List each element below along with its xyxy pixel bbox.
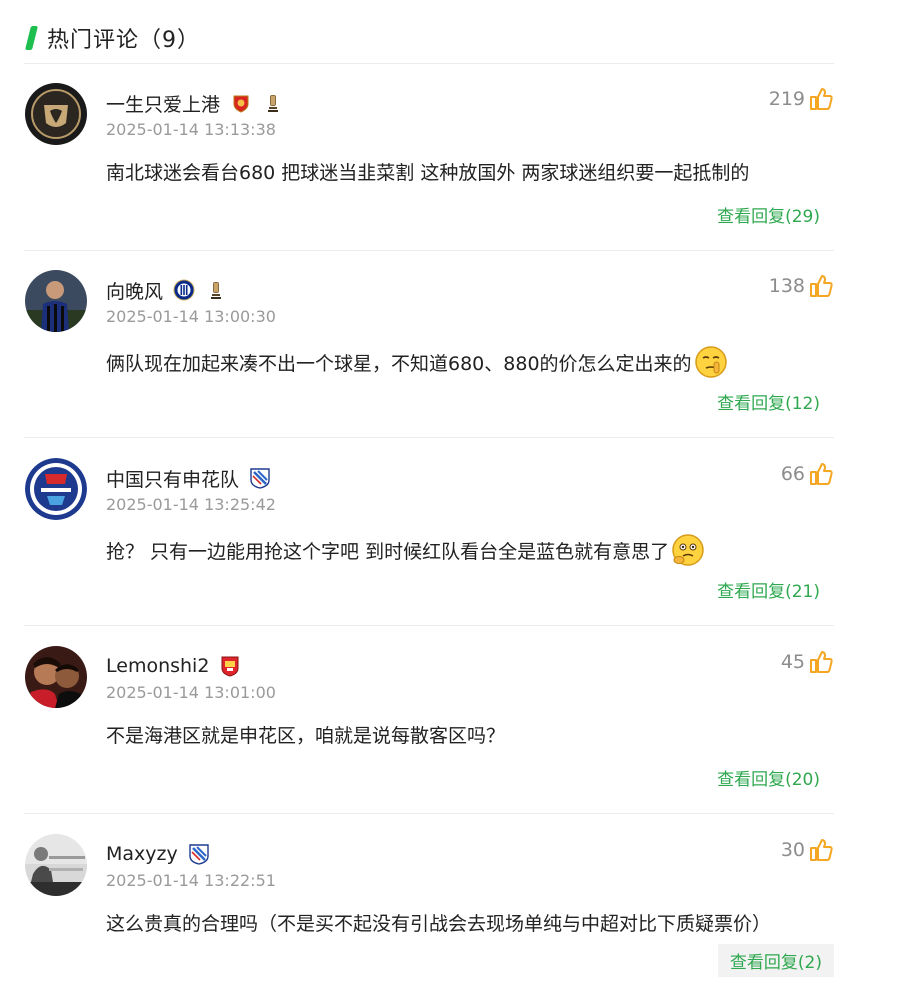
comment-item: 向晚风 2025-01-14 13:00:30 138 俩队现在加起来凑不出一个… — [24, 251, 834, 438]
comment-time: 2025-01-14 13:13:38 — [106, 120, 276, 139]
like-count: 219 — [768, 88, 805, 110]
inter-badge-icon — [173, 279, 195, 301]
avatar[interactable] — [25, 646, 87, 708]
shenhua-badge-icon — [188, 843, 210, 865]
comment-divider — [24, 813, 834, 814]
like-button[interactable]: 138 — [769, 273, 834, 299]
avatar[interactable] — [25, 458, 87, 520]
username[interactable]: 向晚风 — [106, 277, 163, 304]
comment-time: 2025-01-14 13:01:00 — [106, 683, 276, 702]
thumbs-up-icon — [810, 88, 833, 110]
comment-content: 不是海港区就是申花区，咱就是说每散客区吗？ — [106, 725, 506, 747]
shanghai-port-badge-icon — [230, 92, 252, 114]
comment-time: 2025-01-14 13:22:51 — [106, 871, 276, 890]
view-replies-button[interactable]: 查看回复(20) — [717, 761, 820, 794]
like-count: 45 — [780, 651, 805, 673]
section-header: 热门评论（9） — [24, 22, 200, 54]
username[interactable]: 中国只有申花队 — [106, 465, 239, 492]
view-replies-button[interactable]: 查看回复(21) — [717, 573, 820, 606]
shush-face-emoji — [694, 346, 727, 378]
trophy-icon — [205, 279, 227, 301]
comment-content: 抢？ 只有一边能用抢这个字吧 到时候红队看台全是蓝色就有意思了 — [106, 533, 705, 567]
comment-content: 这么贵真的合理吗（不是买不起没有引战会去现场单纯与中超对比下质疑票价） — [106, 913, 772, 935]
comment-item: 中国只有申花队 2025-01-14 13:25:42 66 抢？ 只有一边能用… — [24, 439, 834, 626]
header-accent-bar — [25, 26, 38, 50]
view-replies-button[interactable]: 查看回复(12) — [717, 385, 820, 418]
like-button[interactable]: 66 — [781, 461, 834, 487]
thumbs-up-icon — [810, 839, 833, 861]
comment-item: Maxyzy 2025-01-14 13:22:51 30 这么贵真的合理吗（不… — [24, 815, 834, 1002]
thumbs-up-icon — [810, 275, 833, 297]
username[interactable]: Maxyzy — [106, 843, 178, 865]
like-count: 30 — [780, 839, 805, 861]
thinking-face-emoji — [672, 534, 704, 566]
section-title: 热门评论（9） — [47, 28, 200, 53]
like-count: 138 — [768, 275, 805, 297]
thumbs-up-icon — [810, 651, 833, 673]
thumbs-up-icon — [810, 463, 833, 485]
comment-content: 俩队现在加起来凑不出一个球星，不知道680、880的价怎么定出来的 — [106, 345, 728, 379]
username[interactable]: Lemonshi2 — [106, 655, 209, 677]
comment-divider — [24, 437, 834, 438]
comment-item: 一生只爱上港 2025-01-14 13:13:38 219 南北球迷会看台68… — [24, 64, 834, 251]
like-button[interactable]: 219 — [769, 86, 834, 112]
avatar[interactable] — [25, 83, 87, 145]
shenhua-badge-icon — [249, 467, 271, 489]
trophy-icon — [262, 92, 284, 114]
comment-item: Lemonshi2 2025-01-14 13:01:00 45 不是海港区就是… — [24, 627, 834, 814]
username[interactable]: 一生只爱上港 — [106, 90, 220, 117]
avatar[interactable] — [25, 270, 87, 332]
view-replies-button[interactable]: 查看回复(29) — [717, 198, 820, 231]
avatar[interactable] — [25, 834, 87, 896]
like-button[interactable]: 45 — [781, 649, 834, 675]
comment-content: 南北球迷会看台680 把球迷当韭菜割 这种放国外 两家球迷组织要一起抵制的 — [106, 162, 750, 184]
comment-time: 2025-01-14 13:25:42 — [106, 495, 276, 514]
club-shield-badge-icon — [219, 655, 241, 677]
like-count: 66 — [780, 463, 805, 485]
like-button[interactable]: 30 — [781, 837, 834, 863]
view-replies-button[interactable]: 查看回复(2) — [717, 944, 834, 977]
comment-time: 2025-01-14 13:00:30 — [106, 307, 276, 326]
comment-divider — [24, 625, 834, 626]
